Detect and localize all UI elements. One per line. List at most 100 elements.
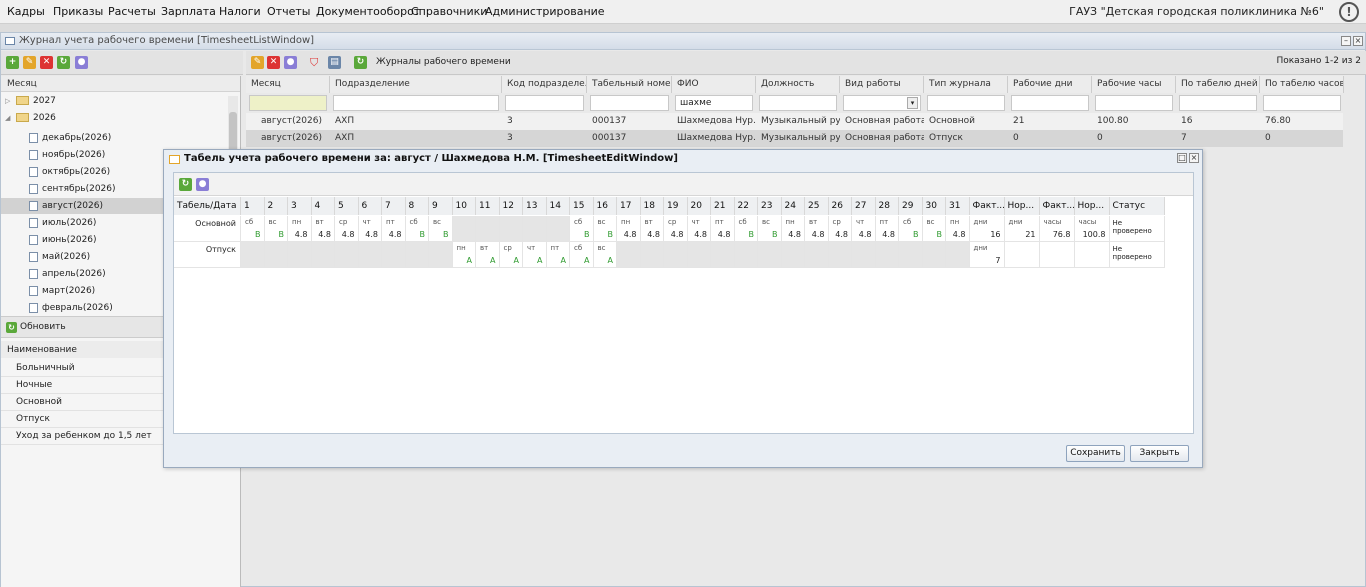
filter-input[interactable] [333, 95, 499, 111]
day-cell[interactable] [805, 242, 829, 268]
day-cell[interactable] [922, 242, 946, 268]
grid-column-header[interactable]: Подразделение [330, 76, 502, 93]
day-cell[interactable] [499, 216, 523, 242]
clear-filter-icon[interactable]: ⛉ [310, 56, 318, 70]
grid-column-header[interactable]: Должность [756, 76, 840, 93]
day-cell[interactable] [640, 242, 664, 268]
day-cell[interactable]: сб В [734, 216, 758, 242]
grid-column-header[interactable]: Рабочие часы [1092, 76, 1176, 93]
day-cell[interactable]: сб В [570, 216, 594, 242]
day-cell[interactable] [875, 242, 899, 268]
refresh-icon[interactable]: ↻ [6, 322, 17, 333]
menu-item-2[interactable]: Расчеты [108, 5, 156, 18]
filter-input[interactable]: шахме [675, 95, 753, 111]
day-cell[interactable]: ср 4.8 [828, 216, 852, 242]
day-cell[interactable]: сб В [241, 216, 265, 242]
grid-column-header[interactable]: Тип журнала [924, 76, 1008, 93]
expand-icon[interactable]: ▷ [5, 97, 10, 105]
day-cell[interactable] [546, 216, 570, 242]
day-cell[interactable] [452, 216, 476, 242]
day-cell[interactable]: вт 4.8 [640, 216, 664, 242]
day-cell[interactable] [311, 242, 335, 268]
month-item[interactable]: декабрь(2026) [1, 130, 227, 146]
day-cell[interactable] [429, 242, 453, 268]
filter-input[interactable] [759, 95, 837, 111]
day-cell[interactable]: пт 4.8 [875, 216, 899, 242]
scrollbar-thumb[interactable] [229, 112, 237, 152]
day-cell[interactable]: пн А [452, 242, 476, 268]
day-cell[interactable]: вс А [593, 242, 617, 268]
filter-input[interactable] [249, 95, 327, 111]
day-cell[interactable]: пт 4.8 [382, 216, 406, 242]
grid-column-header[interactable]: Вид работы [840, 76, 924, 93]
grid-column-header[interactable]: Код подразделе... [502, 76, 587, 93]
menu-item-6[interactable]: Документооборот [316, 5, 420, 18]
grid-column-header[interactable]: По табелю часов [1260, 76, 1344, 93]
filter-input[interactable] [505, 95, 584, 111]
day-cell[interactable] [758, 242, 782, 268]
day-cell[interactable] [734, 242, 758, 268]
delete-icon[interactable]: ✕ [40, 56, 53, 69]
day-cell[interactable]: сб В [899, 216, 923, 242]
save-button[interactable]: Сохранить [1066, 445, 1125, 462]
expand-icon[interactable]: ◢ [5, 114, 10, 122]
refresh-icon[interactable]: ↻ [179, 178, 192, 191]
day-cell[interactable]: вс В [264, 216, 288, 242]
day-cell[interactable]: вс В [922, 216, 946, 242]
day-cell[interactable] [828, 242, 852, 268]
maximize-icon[interactable]: □ [1177, 153, 1187, 163]
day-cell[interactable]: вс В [758, 216, 782, 242]
day-cell[interactable] [241, 242, 265, 268]
add-icon[interactable]: + [6, 56, 19, 69]
day-cell[interactable]: вт А [476, 242, 500, 268]
day-cell[interactable]: вт 4.8 [311, 216, 335, 242]
menu-item-0[interactable]: Кадры [7, 5, 45, 18]
close-button[interactable]: Закрыть [1130, 445, 1189, 462]
day-cell[interactable] [617, 242, 641, 268]
day-cell[interactable] [711, 242, 735, 268]
day-cell[interactable]: сб А [570, 242, 594, 268]
day-cell[interactable] [781, 242, 805, 268]
day-cell[interactable] [899, 242, 923, 268]
warning-icon[interactable]: ! [1339, 2, 1359, 22]
dropdown-icon[interactable]: ▾ [907, 97, 918, 109]
day-cell[interactable]: сб В [405, 216, 429, 242]
day-cell[interactable]: чт 4.8 [358, 216, 382, 242]
day-cell[interactable]: чт 4.8 [687, 216, 711, 242]
day-cell[interactable] [358, 242, 382, 268]
grid-column-header[interactable]: ФИО [672, 76, 756, 93]
edit-icon[interactable]: ✎ [251, 56, 264, 69]
filter-input[interactable] [1263, 95, 1341, 111]
day-cell[interactable] [946, 242, 970, 268]
day-cell[interactable] [335, 242, 359, 268]
menu-icon[interactable]: ● [196, 178, 209, 191]
day-cell[interactable]: вт 4.8 [805, 216, 829, 242]
day-cell[interactable]: ср А [499, 242, 523, 268]
edit-icon[interactable]: ✎ [23, 56, 36, 69]
day-cell[interactable] [382, 242, 406, 268]
menu-item-8[interactable]: Администрирование [485, 5, 605, 18]
day-cell[interactable]: ср 4.8 [664, 216, 688, 242]
day-cell[interactable]: вс В [593, 216, 617, 242]
day-cell[interactable] [264, 242, 288, 268]
print-icon[interactable]: ▤ [328, 56, 341, 69]
grid-column-header[interactable]: Рабочие дни [1008, 76, 1092, 93]
minimize-icon[interactable]: – [1341, 36, 1351, 46]
refresh-icon[interactable]: ↻ [57, 56, 70, 69]
day-cell[interactable] [476, 216, 500, 242]
day-cell[interactable] [523, 216, 547, 242]
close-icon[interactable]: × [1353, 36, 1363, 46]
filter-input[interactable]: ▾ [843, 95, 921, 111]
filter-input[interactable] [1095, 95, 1173, 111]
grid-column-header[interactable]: Месяц [246, 76, 330, 93]
filter-input[interactable] [927, 95, 1005, 111]
menu-item-3[interactable]: Зарплата [161, 5, 216, 18]
filter-input[interactable] [1179, 95, 1257, 111]
day-cell[interactable]: ср 4.8 [335, 216, 359, 242]
menu-icon[interactable]: ● [75, 56, 88, 69]
refresh-button[interactable]: Обновить [20, 322, 66, 332]
day-cell[interactable]: вс В [429, 216, 453, 242]
close-icon[interactable]: × [1189, 153, 1199, 163]
filter-input[interactable] [1011, 95, 1089, 111]
day-cell[interactable]: чт 4.8 [852, 216, 876, 242]
